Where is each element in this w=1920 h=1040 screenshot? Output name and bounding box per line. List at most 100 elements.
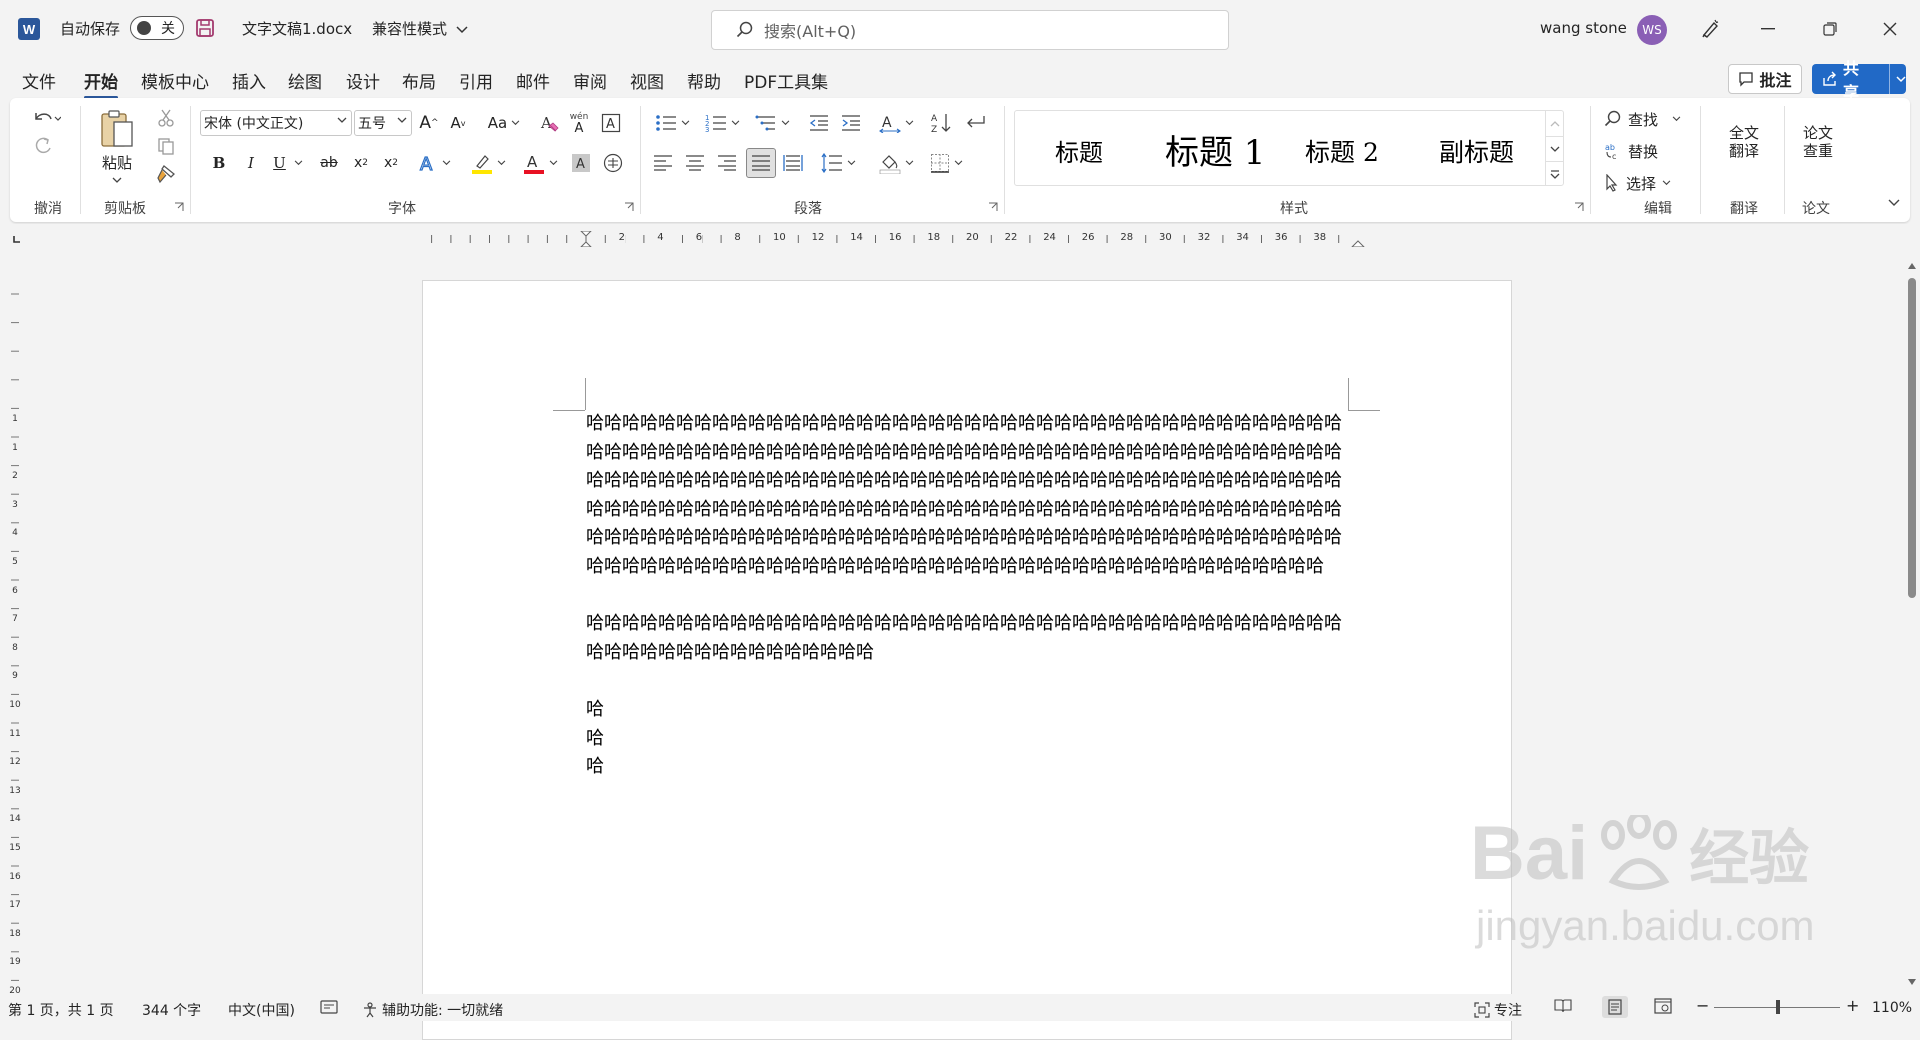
zoom-slider-thumb[interactable] [1776, 1000, 1780, 1014]
document-mode[interactable]: 兼容性模式 [372, 18, 468, 39]
zoom-in-button[interactable]: + [1846, 996, 1859, 1015]
tab-mailings[interactable]: 邮件 [516, 68, 550, 93]
highlight-color-icon[interactable] [466, 150, 510, 176]
style-heading-1[interactable]: 标题 1 [1165, 125, 1265, 174]
tab-view[interactable]: 视图 [630, 68, 664, 93]
horizontal-ruler[interactable]: 2 4 6 8 10 12 14 16 18 20 22 24 26 28 30 32 34 36 38 [420, 231, 1512, 247]
redo-icon[interactable] [28, 134, 58, 160]
line-spacing-icon[interactable] [816, 150, 860, 176]
share-button[interactable]: 共享 [1812, 59, 1906, 102]
tab-design[interactable]: 设计 [346, 68, 380, 93]
zoom-level[interactable]: 110% [1872, 1000, 1912, 1016]
dialog-launcher-icon[interactable] [624, 202, 634, 212]
tab-selector-icon[interactable] [12, 234, 22, 244]
tab-review[interactable]: 审阅 [573, 68, 607, 93]
language-status[interactable]: 中文(中国) [228, 1000, 295, 1020]
document-title[interactable]: 文字文稿1.docx [242, 18, 352, 39]
paragraph-1[interactable]: 哈哈哈哈哈哈哈哈哈哈哈哈哈哈哈哈哈哈哈哈哈哈哈哈哈哈哈哈哈哈哈哈哈哈哈哈哈哈哈哈… [586, 410, 1348, 582]
comment-button[interactable]: 批注 [1728, 64, 1802, 94]
paragraph-5[interactable]: 哈 [586, 753, 1348, 782]
tab-template-center[interactable]: 模板中心 [141, 68, 209, 93]
paragraph-4[interactable]: 哈 [586, 725, 1348, 754]
scroll-up-icon[interactable] [1907, 262, 1917, 270]
style-heading-2[interactable]: 标题 2 [1305, 133, 1379, 169]
empty-line[interactable] [586, 667, 1348, 696]
superscript-icon[interactable]: x2 [378, 150, 404, 176]
style-subtitle[interactable]: 副标题 [1439, 133, 1514, 169]
undo-button[interactable] [28, 106, 64, 132]
cut-icon[interactable] [154, 106, 178, 130]
read-mode-icon[interactable] [1554, 998, 1572, 1014]
change-case-button[interactable]: Aa [484, 110, 524, 136]
justify-icon[interactable] [746, 148, 776, 178]
tab-insert[interactable]: 插入 [232, 68, 266, 93]
empty-line[interactable] [586, 582, 1348, 611]
gallery-scroll-up-icon[interactable] [1545, 111, 1563, 136]
italic-icon[interactable]: I [238, 150, 264, 176]
enclose-characters-icon[interactable] [600, 150, 626, 176]
grow-font-button[interactable]: A ^ [416, 110, 442, 136]
word-count[interactable]: 344 个字 [142, 1000, 201, 1020]
scroll-down-icon[interactable] [1907, 978, 1917, 986]
tab-help[interactable]: 帮助 [687, 68, 721, 93]
align-left-icon[interactable] [650, 150, 676, 176]
tab-file[interactable]: 文件 [22, 68, 56, 93]
document-body[interactable]: 哈哈哈哈哈哈哈哈哈哈哈哈哈哈哈哈哈哈哈哈哈哈哈哈哈哈哈哈哈哈哈哈哈哈哈哈哈哈哈哈… [586, 410, 1348, 782]
clear-formatting-icon[interactable]: A [536, 110, 562, 136]
zoom-out-button[interactable]: − [1696, 996, 1709, 1015]
tab-layout[interactable]: 布局 [402, 68, 436, 93]
restore-button[interactable] [1810, 12, 1850, 46]
sort-icon[interactable]: AZ [928, 110, 954, 136]
vertical-scrollbar[interactable] [1904, 258, 1920, 994]
paragraph-2[interactable]: 哈哈哈哈哈哈哈哈哈哈哈哈哈哈哈哈哈哈哈哈哈哈哈哈哈哈哈哈哈哈哈哈哈哈哈哈哈哈哈哈… [586, 610, 1348, 667]
full-text-translate-button[interactable]: 全文 翻译 [1716, 118, 1772, 166]
close-button[interactable] [1870, 12, 1910, 46]
autosave-toggle[interactable]: 关 [130, 16, 184, 40]
decrease-indent-icon[interactable] [806, 110, 832, 136]
dialog-launcher-icon[interactable] [988, 202, 998, 212]
underline-icon[interactable]: U [268, 150, 308, 176]
subscript-icon[interactable]: x2 [348, 150, 374, 176]
borders-icon[interactable] [924, 150, 968, 176]
web-layout-icon[interactable] [1654, 998, 1672, 1014]
chevron-down-icon[interactable] [1889, 64, 1906, 94]
find-button[interactable]: 查找 [1604, 106, 1690, 132]
replace-button[interactable]: ab c 替换 [1604, 138, 1684, 164]
paper-check-button[interactable]: 论文 查重 [1790, 118, 1846, 166]
tab-pdf-tools[interactable]: PDF工具集 [744, 68, 828, 93]
font-size-combo[interactable]: 五号 [354, 110, 412, 136]
username[interactable]: wang stone [1540, 19, 1627, 37]
collapse-ribbon-icon[interactable] [1884, 194, 1904, 212]
select-button[interactable]: 选择 [1604, 170, 1690, 196]
print-layout-icon[interactable] [1602, 996, 1628, 1018]
increase-indent-icon[interactable] [838, 110, 864, 136]
tab-references[interactable]: 引用 [459, 68, 493, 93]
multilevel-list-icon[interactable] [750, 110, 794, 136]
save-icon[interactable] [195, 18, 215, 38]
character-shading-icon[interactable]: A [568, 150, 594, 176]
avatar[interactable]: WS [1637, 15, 1667, 45]
shading-icon[interactable] [874, 150, 918, 176]
focus-mode-button[interactable]: 专注 [1474, 1000, 1522, 1020]
dialog-launcher-icon[interactable] [174, 202, 184, 212]
designer-pen-icon[interactable] [1690, 12, 1730, 46]
character-scaling-icon[interactable]: A [874, 110, 918, 136]
align-center-icon[interactable] [682, 150, 708, 176]
minimize-button[interactable] [1748, 12, 1788, 46]
paragraph-3[interactable]: 哈 [586, 696, 1348, 725]
text-effects-icon[interactable]: A [414, 150, 454, 176]
vertical-ruler[interactable]: 1 1 2 3 4 5 6 7 8 9 10 11 12 13 14 15 16 17 18 19 20 [8, 280, 22, 996]
align-right-icon[interactable] [714, 150, 740, 176]
numbering-icon[interactable]: 123 [700, 110, 744, 136]
shrink-font-button[interactable]: Av [446, 110, 470, 136]
bold-icon[interactable]: B [206, 150, 232, 176]
format-painter-icon[interactable] [154, 162, 178, 186]
style-title[interactable]: 标题 [1055, 133, 1103, 168]
zoom-slider[interactable] [1714, 1000, 1840, 1014]
bullets-icon[interactable] [650, 110, 694, 136]
accessibility-status[interactable]: 辅助功能: 一切就绪 [362, 1000, 503, 1020]
dialog-launcher-icon[interactable] [1574, 202, 1584, 212]
paste-button[interactable]: 粘贴 [94, 104, 140, 188]
distributed-icon[interactable] [780, 150, 806, 176]
font-name-combo[interactable]: 宋体 (中文正文) [200, 110, 352, 136]
